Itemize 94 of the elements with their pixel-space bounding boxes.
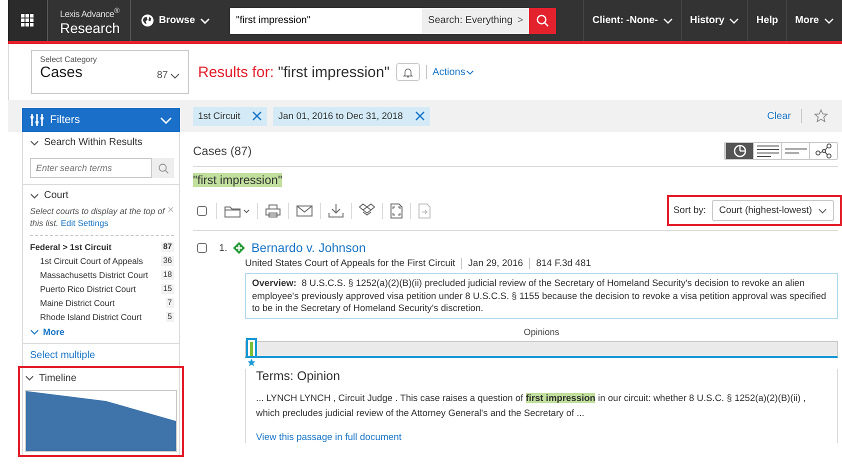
email-button[interactable] xyxy=(296,204,313,216)
result-number: 1. xyxy=(219,242,228,254)
network-icon xyxy=(814,143,832,159)
court-item[interactable]: Maine District Court 7 xyxy=(30,296,174,310)
filters-header[interactable]: Filters xyxy=(22,108,180,132)
caret-icon xyxy=(818,208,827,214)
star-icon[interactable] xyxy=(814,109,828,123)
brand-subtitle: Lexis Advance$^{®}$ xyxy=(60,6,120,18)
box-icon xyxy=(359,203,375,218)
grid-icon xyxy=(21,14,34,27)
close-icon[interactable] xyxy=(252,111,262,121)
list-icon xyxy=(756,145,778,157)
diamond-icon xyxy=(233,242,246,254)
search-button[interactable] xyxy=(529,8,556,34)
court-item[interactable]: Massachusetts District Court 18 xyxy=(30,268,174,282)
nav-menu-item[interactable]: Help xyxy=(747,0,786,41)
star-marker-icon xyxy=(247,358,256,367)
sort-label: Sort by: xyxy=(673,205,706,216)
court-item[interactable]: Puerto Rico District Court 15 xyxy=(30,282,174,296)
court-hint: Select courts to display at the top of this list. Edit Settings xyxy=(30,205,166,230)
view-toggle[interactable] xyxy=(809,143,837,159)
sliders-icon xyxy=(30,113,44,127)
select-all-checkbox[interactable] xyxy=(197,206,207,216)
court-name: United States Court of Appeals for the First Circuit xyxy=(245,258,456,269)
folder-icon xyxy=(224,204,250,218)
results-count-heading: Cases (87) xyxy=(193,144,252,158)
clear-link[interactable]: Clear xyxy=(767,110,791,122)
opinions-label: Opinions xyxy=(522,326,560,339)
term-hit-marker[interactable] xyxy=(246,338,257,356)
dropbox-button[interactable] xyxy=(359,203,375,218)
view-toggle[interactable] xyxy=(725,143,753,159)
caret-icon xyxy=(824,18,834,24)
nav-menu-item[interactable]: History xyxy=(680,0,748,41)
caret-icon xyxy=(30,140,39,146)
more-link[interactable]: More xyxy=(30,324,65,337)
caret-icon xyxy=(170,72,180,78)
view-toggle[interactable] xyxy=(781,143,809,159)
nav-menu-item[interactable]: Client: -None- xyxy=(583,0,681,41)
download-icon xyxy=(328,203,344,218)
terms-heading: Terms: Opinion xyxy=(256,368,342,383)
view-passage-link[interactable]: View this passage in full document xyxy=(256,432,402,444)
caret-icon xyxy=(662,18,673,24)
court-item[interactable]: Rhode Island District Court 5 xyxy=(30,310,174,324)
category-selector[interactable]: Select Category Cases 87 xyxy=(31,50,189,94)
search-term-tag: "first impression" xyxy=(193,173,282,187)
document-button[interactable] xyxy=(390,202,403,218)
caret-icon xyxy=(25,375,34,382)
section-toggle[interactable]: Timeline xyxy=(25,370,76,386)
edit-settings-link[interactable]: Edit Settings xyxy=(60,218,108,228)
filter-chip: 1st Circuit xyxy=(193,106,268,126)
view-toggle[interactable] xyxy=(753,143,781,159)
actions-menu[interactable]: Actions xyxy=(432,66,474,78)
caret-icon xyxy=(160,116,172,124)
print-button[interactable] xyxy=(265,204,281,218)
search-icon xyxy=(536,14,550,27)
document-arrow-icon xyxy=(418,202,431,218)
pie-chart-icon xyxy=(732,144,746,158)
globe-icon xyxy=(140,14,154,27)
decision-date: Jan 29, 2016 xyxy=(468,258,524,269)
results-title: Results for: "first impression" xyxy=(198,64,390,80)
court-item[interactable]: 1st Circuit Court of Appeals 36 xyxy=(30,254,174,268)
lines-icon xyxy=(784,148,806,154)
select-multiple-link[interactable]: Select multiple xyxy=(23,344,102,366)
alert-button[interactable] xyxy=(396,63,420,81)
nav-menu-item[interactable]: More xyxy=(786,0,842,41)
caret-icon xyxy=(30,328,39,335)
close-icon[interactable] xyxy=(414,111,425,121)
caret-icon xyxy=(466,70,474,74)
brand-title: Research xyxy=(60,20,120,34)
caret-icon xyxy=(729,18,740,24)
section-toggle[interactable]: Search Within Results xyxy=(30,135,142,150)
printer-icon xyxy=(265,204,281,218)
overview-text: Overview: 8 U.S.C.S. § 1252(a)(2)(B)(ii) precluded judicial review of the Secretary of Homeland Security's decision to revoke an alien employee's previously approved visa petition under 8 U.S.C.S. § 1155 because the decision to revoke a visa petition approval was specified to be in the Secretary of Homeland Security's discretion. xyxy=(252,277,828,315)
download-button[interactable] xyxy=(328,203,344,218)
brand-logo[interactable]: Lexis Advance$^{®}$ Research xyxy=(48,0,131,41)
citation: 814 F.3d 481 xyxy=(536,258,592,269)
apps-button[interactable] xyxy=(8,0,48,41)
search-icon xyxy=(158,162,168,174)
mail-icon xyxy=(296,204,313,216)
caret-icon xyxy=(30,192,39,198)
document-icon xyxy=(390,202,403,218)
browse-menu[interactable]: Browse xyxy=(130,0,220,41)
caret-icon xyxy=(200,18,210,24)
folder-button[interactable] xyxy=(224,204,250,218)
filter-chip: Jan 01, 2016 to Dec 31, 2018 xyxy=(273,106,430,126)
section-toggle[interactable]: Court xyxy=(30,188,68,203)
search-field[interactable]: "first impression" xyxy=(230,8,422,34)
bell-icon xyxy=(402,66,413,78)
court-group[interactable]: Federal > 1st Circuit 87 xyxy=(30,240,174,254)
search-scope-button[interactable]: Search: Everything > xyxy=(422,8,530,34)
result-checkbox[interactable] xyxy=(197,243,207,253)
search-within-field[interactable]: Enter search terms xyxy=(30,158,152,178)
sort-dropdown[interactable]: Court (highest-lowest) xyxy=(712,200,834,221)
case-title-link[interactable]: Bernardo v. Johnson xyxy=(251,241,366,255)
